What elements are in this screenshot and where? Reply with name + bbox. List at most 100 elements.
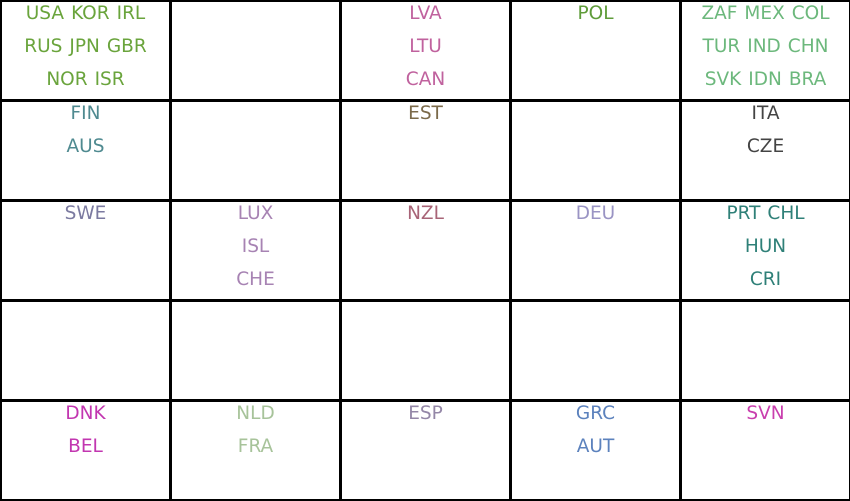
cell-line: NLD (172, 403, 339, 436)
grid-cell-r3-c4: DEU (510, 200, 681, 301)
grid-cell-r4-c4 (510, 300, 681, 401)
country-code-label: CHE (236, 269, 275, 290)
country-code-label: CHL (767, 203, 805, 224)
country-code-label: CRI (749, 269, 782, 290)
country-code-label: LVA (409, 3, 442, 24)
cell-line: NOR ISR (2, 69, 169, 102)
cell-line: CAN (342, 69, 509, 102)
country-code-label: SVK (704, 69, 742, 90)
cell-line: NZL (342, 203, 509, 236)
grid-cell-r3-c5: PRT CHL HUN CRI (680, 200, 850, 301)
grid-cell-r4-c1 (0, 300, 171, 401)
cell-line: CHE (172, 269, 339, 302)
cell-line: TUR IND CHN (682, 36, 849, 69)
country-code-label: HUN (744, 236, 787, 257)
country-code-label: BRA (788, 69, 827, 90)
country-code-label: COL (791, 3, 830, 24)
grid-cell-r3-c1: SWE (0, 200, 171, 301)
country-code-label: ISL (241, 236, 270, 257)
country-code-label: PRT (726, 203, 761, 224)
cell-line: FRA (172, 436, 339, 469)
country-code-label: GBR (106, 36, 147, 57)
country-code-label: IND (747, 36, 781, 57)
cell-line: PRT CHL (682, 203, 849, 236)
grid-cell-r1-c3: LVA LTU CAN (340, 0, 511, 101)
cell-line: CZE (682, 136, 849, 169)
country-code-label: ZAF (701, 3, 738, 24)
country-code-label: KOR (71, 3, 110, 24)
country-code-label: BEL (68, 436, 103, 457)
grid-cell-r5-c4: GRC AUT (510, 400, 681, 501)
country-code-label: LTU (409, 36, 442, 57)
cell-line: AUT (512, 436, 679, 469)
grid-cell-r1-c4: POL (510, 0, 681, 101)
cell-line: USA KOR IRL (2, 3, 169, 36)
cell-line: RUS JPN GBR (2, 36, 169, 69)
country-code-label: TUR (702, 36, 741, 57)
cell-line: LTU (342, 36, 509, 69)
grid-cell-r3-c3: NZL (340, 200, 511, 301)
country-code-label: CZE (746, 136, 785, 157)
cell-line: AUS (2, 136, 169, 169)
country-code-label: DNK (65, 403, 106, 424)
grid-cell-r2-c1: FIN AUS (0, 100, 171, 201)
country-code-label: NOR (46, 69, 88, 90)
grid-cell-r4-c2 (170, 300, 341, 401)
grid-cell-r1-c5: ZAF MEX COL TUR IND CHN SVK IDN BRA (680, 0, 850, 101)
country-code-label: AUT (576, 436, 615, 457)
country-code-label: USA (25, 3, 65, 24)
grid-cell-r5-c2: NLD FRA (170, 400, 341, 501)
country-code-label: FIN (70, 103, 101, 124)
cell-line: ESP (342, 403, 509, 436)
cell-line: SVN (682, 403, 849, 436)
country-code-label: AUS (66, 136, 105, 157)
country-code-label: MEX (744, 3, 785, 24)
grid-cell-r2-c4 (510, 100, 681, 201)
grid-cell-r2-c5: ITA CZE (680, 100, 850, 201)
country-code-label: ISR (94, 69, 125, 90)
cell-line: LUX (172, 203, 339, 236)
grid-cell-r2-c3: EST (340, 100, 511, 201)
cell-line: GRC (512, 403, 679, 436)
country-code-label: CAN (405, 69, 446, 90)
grid-cell-r5-c3: ESP (340, 400, 511, 501)
grid-cell-r5-c1: DNK BEL (0, 400, 171, 501)
grid-cell-r5-c5: SVN (680, 400, 850, 501)
country-code-label: JPN (69, 36, 100, 57)
country-code-label: GRC (575, 403, 616, 424)
country-code-label: IDN (748, 69, 782, 90)
country-code-label: CHN (787, 36, 829, 57)
cell-line: DNK (2, 403, 169, 436)
cell-line: FIN (2, 103, 169, 136)
country-code-label: NLD (236, 403, 275, 424)
country-code-label: RUS (24, 36, 63, 57)
cell-line: CRI (682, 269, 849, 302)
cell-line: POL (512, 3, 679, 36)
grid-cell-r1-c1: USA KOR IRL RUS JPN GBR NOR ISR (0, 0, 171, 101)
cell-line: SVK IDN BRA (682, 69, 849, 102)
country-code-label: NZL (407, 203, 444, 224)
country-code-label: FRA (237, 436, 274, 457)
country-code-label: ITA (751, 103, 780, 124)
cell-line: ITA (682, 103, 849, 136)
country-grid: USA KOR IRL RUS JPN GBR NOR ISR LVA LTU CAN POL ZAF M… (0, 0, 850, 501)
grid-cell-r4-c3 (340, 300, 511, 401)
cell-line: ISL (172, 236, 339, 269)
country-code-label: IRL (116, 3, 146, 24)
grid-cell-r3-c2: LUX ISL CHE (170, 200, 341, 301)
cell-line: SWE (2, 203, 169, 236)
cell-line: HUN (682, 236, 849, 269)
country-code-label: POL (577, 3, 614, 24)
grid-cell-r1-c2 (170, 0, 341, 101)
country-code-label: SWE (64, 203, 107, 224)
cell-line: LVA (342, 3, 509, 36)
cell-line: ZAF MEX COL (682, 3, 849, 36)
cell-line: EST (342, 103, 509, 136)
cell-line: DEU (512, 203, 679, 236)
country-code-label: SVN (746, 403, 785, 424)
country-code-label: LUX (237, 203, 274, 224)
grid-cell-r4-c5 (680, 300, 850, 401)
country-code-label: EST (408, 103, 443, 124)
grid-cell-r2-c2 (170, 100, 341, 201)
cell-line: BEL (2, 436, 169, 469)
